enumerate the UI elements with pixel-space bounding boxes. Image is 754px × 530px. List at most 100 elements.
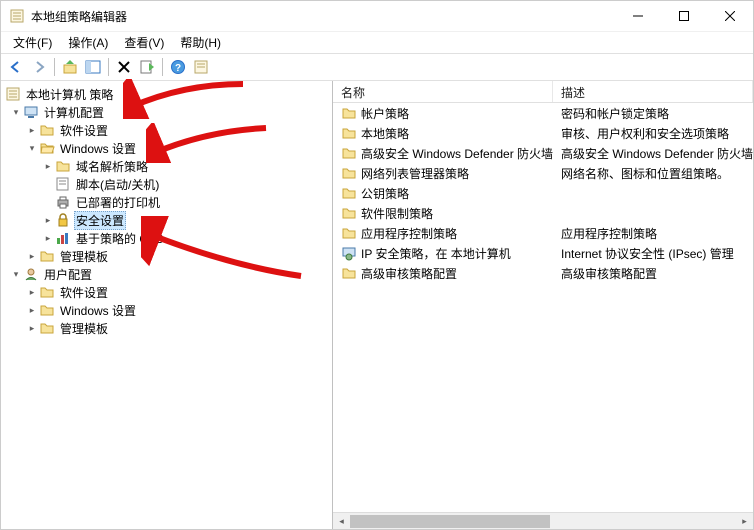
- minimize-button[interactable]: [615, 1, 661, 31]
- list-cell-name: 帐户策略: [361, 105, 409, 122]
- list-row[interactable]: IP 安全策略，在 本地计算机Internet 协议安全性 (IPsec) 管理: [333, 243, 753, 263]
- main-area: 本地计算机 策略 ▾ 计算机配置: [1, 81, 753, 529]
- list-cell-name: 高级安全 Windows Defender 防火墙: [361, 145, 553, 162]
- tree-label: 用户配置: [42, 266, 94, 283]
- tree-user-config[interactable]: ▾ 用户配置: [1, 265, 332, 283]
- expand-toggle[interactable]: ▸: [41, 231, 55, 245]
- list-cell-name: 高级审核策略配置: [361, 265, 457, 282]
- tree-label: 管理模板: [58, 248, 110, 265]
- tree-qos[interactable]: ▸ 基于策略的 QoS: [1, 229, 332, 247]
- expand-toggle[interactable]: ▸: [25, 321, 39, 335]
- list-cell-desc: Internet 协议安全性 (IPsec) 管理: [553, 245, 753, 262]
- tree-software-settings-user[interactable]: ▸ 软件设置: [1, 283, 332, 301]
- list-row[interactable]: 应用程序控制策略应用程序控制策略: [333, 223, 753, 243]
- tree-label: 管理模板: [58, 320, 110, 337]
- menu-view[interactable]: 查看(V): [116, 32, 172, 53]
- list-cell-name: 本地策略: [361, 125, 409, 142]
- horizontal-scrollbar[interactable]: ◂ ▸: [333, 512, 753, 529]
- expand-toggle[interactable]: ▸: [25, 285, 39, 299]
- menu-file[interactable]: 文件(F): [5, 32, 60, 53]
- scroll-left-arrow[interactable]: ◂: [333, 513, 350, 529]
- tree-root[interactable]: 本地计算机 策略: [1, 85, 332, 103]
- list-cell-desc: 密码和帐户锁定策略: [553, 105, 753, 122]
- tree-printers[interactable]: 已部署的打印机: [1, 193, 332, 211]
- expand-toggle[interactable]: ▸: [25, 123, 39, 137]
- tree-software-settings[interactable]: ▸ 软件设置: [1, 121, 332, 139]
- script-icon: [55, 176, 71, 192]
- help-button[interactable]: ?: [167, 56, 189, 78]
- col-desc-header[interactable]: 描述: [553, 81, 753, 102]
- list-row[interactable]: 公钥策略: [333, 183, 753, 203]
- list-body[interactable]: 帐户策略 密码和帐户锁定策略本地策略 审核、用户权利和安全选项策略高级安全 Wind…: [333, 103, 753, 512]
- expand-toggle[interactable]: ▸: [41, 213, 55, 227]
- menu-action[interactable]: 操作(A): [60, 32, 116, 53]
- col-name-header[interactable]: 名称: [333, 81, 553, 102]
- expand-toggle[interactable]: ▾: [9, 267, 23, 281]
- toolbar: ?: [1, 53, 753, 81]
- ipsec-icon: [341, 245, 357, 261]
- toolbar-separator: [108, 58, 109, 76]
- close-button[interactable]: [707, 1, 753, 31]
- lock-icon: [55, 212, 71, 228]
- expand-toggle[interactable]: ▸: [41, 159, 55, 173]
- list-cell-desc: 审核、用户权利和安全选项策略: [553, 125, 753, 142]
- folder-icon: [341, 265, 357, 281]
- folder-icon: [39, 302, 55, 318]
- expand-toggle[interactable]: ▸: [25, 249, 39, 263]
- tree-label: Windows 设置: [58, 140, 138, 157]
- tree-scripts[interactable]: 脚本(启动/关机): [1, 175, 332, 193]
- list-cell-name: 应用程序控制策略: [361, 225, 457, 242]
- list-row[interactable]: 网络列表管理器策略 网络名称、图标和位置组策略。: [333, 163, 753, 183]
- tree-label: 本地计算机 策略: [24, 86, 115, 103]
- list-pane: 名称 描述 帐户策略 密码和帐户锁定策略本地策略 审核、用户权利和安全选项策略高级安…: [333, 81, 753, 529]
- svg-text:?: ?: [175, 63, 181, 74]
- folder-icon: [341, 225, 357, 241]
- folder-icon: [341, 165, 357, 181]
- folder-icon: [39, 122, 55, 138]
- menubar: 文件(F) 操作(A) 查看(V) 帮助(H): [1, 31, 753, 53]
- tree-label: 域名解析策略: [74, 158, 150, 175]
- expand-toggle[interactable]: ▸: [25, 303, 39, 317]
- tree-windows-settings-user[interactable]: ▸ Windows 设置: [1, 301, 332, 319]
- list-row[interactable]: 高级安全 Windows Defender 防火墙高级安全 Windows De…: [333, 143, 753, 163]
- list-cell-desc: 网络名称、图标和位置组策略。: [553, 165, 753, 182]
- scroll-thumb[interactable]: [350, 515, 550, 528]
- tree-label: 软件设置: [58, 284, 110, 301]
- user-icon: [23, 266, 39, 282]
- tree-label: Windows 设置: [58, 302, 138, 319]
- tree-windows-settings[interactable]: ▾ Windows 设置: [1, 139, 332, 157]
- up-button[interactable]: [59, 56, 81, 78]
- show-hide-tree-button[interactable]: [82, 56, 104, 78]
- list-row[interactable]: 高级审核策略配置高级审核策略配置: [333, 263, 753, 283]
- export-button[interactable]: [136, 56, 158, 78]
- maximize-button[interactable]: [661, 1, 707, 31]
- folder-open-icon: [39, 140, 55, 156]
- folder-icon: [39, 320, 55, 336]
- tree-dns-policy[interactable]: ▸ 域名解析策略: [1, 157, 332, 175]
- folder-icon: [341, 205, 357, 221]
- scroll-right-arrow[interactable]: ▸: [736, 513, 753, 529]
- list-cell-name: 网络列表管理器策略: [361, 165, 469, 182]
- tree-pane[interactable]: 本地计算机 策略 ▾ 计算机配置: [1, 81, 333, 529]
- tree-label: 已部署的打印机: [74, 194, 162, 211]
- list-cell-desc: 高级安全 Windows Defender 防火墙: [553, 145, 753, 162]
- properties-button[interactable]: [190, 56, 212, 78]
- list-row[interactable]: 本地策略 审核、用户权利和安全选项策略: [333, 123, 753, 143]
- tree-computer-config[interactable]: ▾ 计算机配置: [1, 103, 332, 121]
- app-icon: [9, 8, 25, 24]
- tree-security-settings[interactable]: ▸ 安全设置: [1, 211, 332, 229]
- expand-toggle[interactable]: ▾: [9, 105, 23, 119]
- back-button[interactable]: [5, 56, 27, 78]
- expand-toggle[interactable]: ▾: [25, 141, 39, 155]
- list-row[interactable]: 软件限制策略: [333, 203, 753, 223]
- folder-icon: [341, 105, 357, 121]
- window-title: 本地组策略编辑器: [31, 8, 615, 25]
- forward-button[interactable]: [28, 56, 50, 78]
- list-row[interactable]: 帐户策略 密码和帐户锁定策略: [333, 103, 753, 123]
- tree-admin-templates-user[interactable]: ▸ 管理模板: [1, 319, 332, 337]
- folder-icon: [55, 158, 71, 174]
- delete-button[interactable]: [113, 56, 135, 78]
- computer-icon: [23, 104, 39, 120]
- menu-help[interactable]: 帮助(H): [172, 32, 229, 53]
- tree-admin-templates[interactable]: ▸ 管理模板: [1, 247, 332, 265]
